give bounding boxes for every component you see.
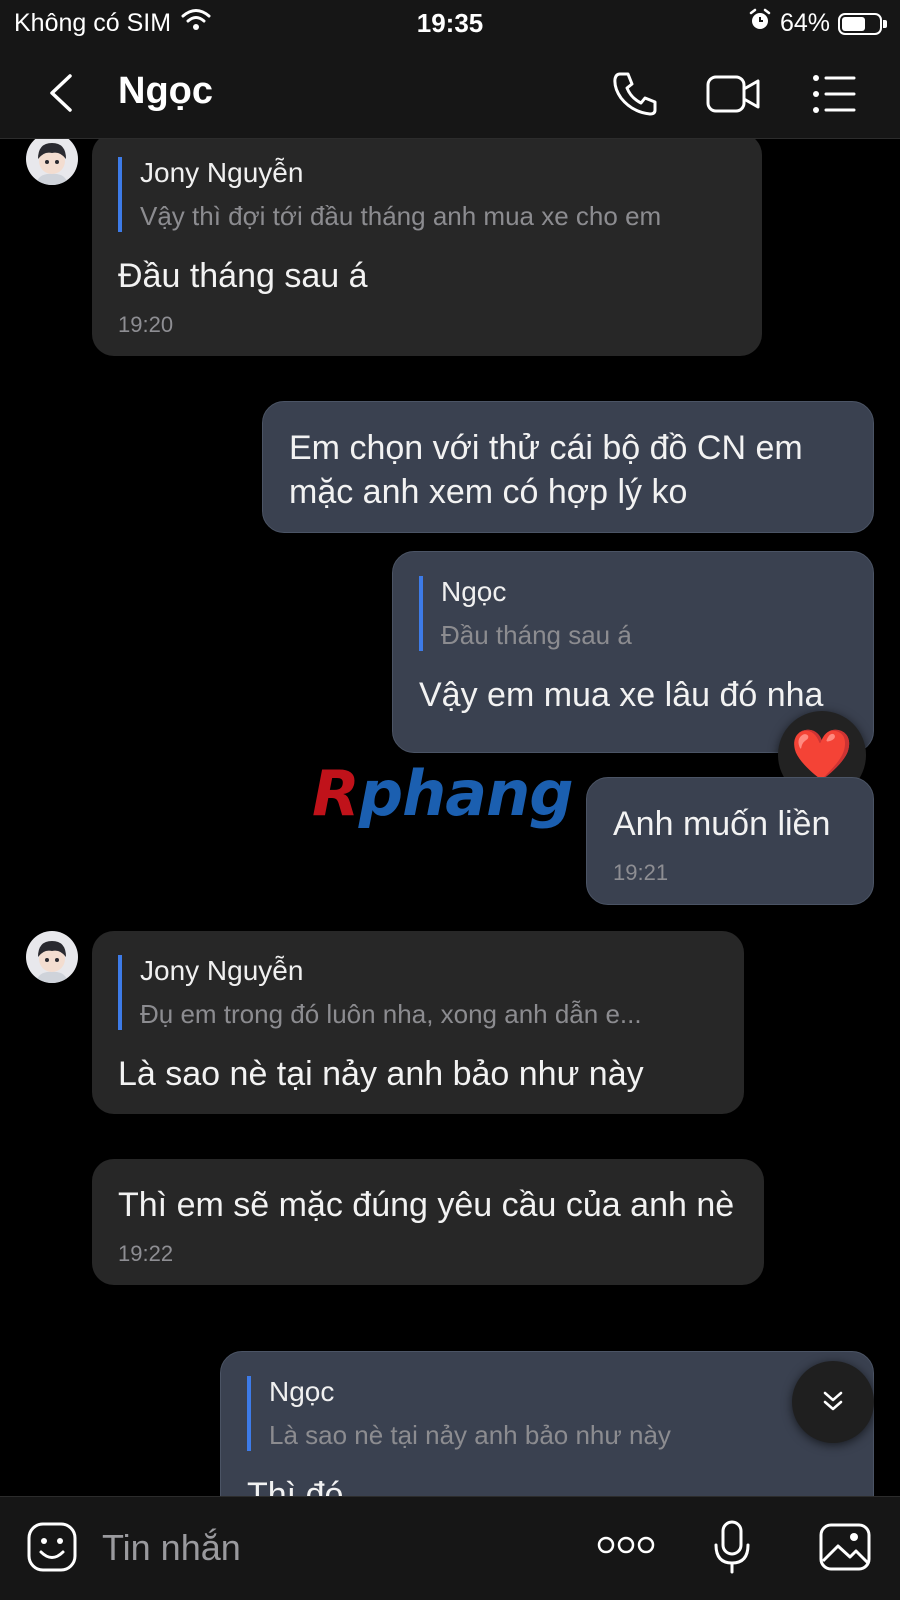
- message-text: Anh muốn liền: [613, 805, 831, 843]
- reply-quote[interactable]: Jony Nguyễn Vậy thì đợi tới đầu tháng an…: [118, 157, 736, 232]
- chevron-left-icon: [50, 74, 72, 112]
- message-input[interactable]: Tin nhắn: [102, 1527, 241, 1569]
- quote-text: Đụ em trong đó luôn nha, xong anh dẫn e.…: [140, 999, 642, 1029]
- message-text: Thì đó: [247, 1476, 344, 1496]
- message-text: Em chọn với thử cái bộ đồ CN em mặc anh …: [289, 429, 803, 511]
- reply-quote[interactable]: Jony Nguyễn Đụ em trong đó luôn nha, xon…: [118, 955, 718, 1030]
- more-dots-icon: [597, 1536, 655, 1554]
- reply-quote[interactable]: Ngọc Là sao nè tại nảy anh bảo như này: [247, 1376, 847, 1451]
- sticker-button[interactable]: [26, 1521, 78, 1578]
- quote-sender: Jony Nguyễn: [140, 955, 304, 986]
- contact-name[interactable]: Ngọc: [118, 70, 213, 113]
- message-bubble-incoming[interactable]: Jony Nguyễn Vậy thì đợi tới đầu tháng an…: [92, 139, 762, 356]
- watermark-part2: phang: [358, 757, 574, 830]
- more-button[interactable]: [596, 1533, 656, 1562]
- status-bar: Không có SIM 19:35 64%: [0, 0, 900, 48]
- image-icon: [819, 1523, 871, 1571]
- message-time: 19:22: [118, 1241, 174, 1266]
- battery-percent: 64%: [779, 9, 830, 37]
- voice-button[interactable]: [712, 1519, 752, 1580]
- message-input-bar: Tin nhắn: [0, 1496, 900, 1600]
- message-list[interactable]: Jony Nguyễn Vậy thì đợi tới đầu tháng an…: [0, 139, 900, 1496]
- heart-reaction: ❤️: [790, 727, 854, 783]
- avatar-icon: [36, 143, 68, 185]
- call-button[interactable]: [608, 68, 662, 120]
- scroll-to-bottom-button[interactable]: [792, 1361, 874, 1443]
- phone-icon: [613, 72, 657, 116]
- message-bubble-incoming[interactable]: Thì em sẽ mặc đúng yêu cầu của anh nè 19…: [92, 1159, 764, 1285]
- chat-screen: Không có SIM 19:35 64% Ngọc Jony Nguyễn …: [0, 0, 900, 1600]
- chat-header: Ngọc: [0, 48, 900, 139]
- gallery-button[interactable]: [818, 1521, 872, 1578]
- avatar-icon: [36, 941, 68, 983]
- watermark-logo: Rphang: [312, 757, 574, 830]
- quote-text: Đầu tháng sau á: [441, 620, 632, 650]
- quote-sender: Ngọc: [269, 1376, 335, 1407]
- message-bubble-outgoing[interactable]: Em chọn với thử cái bộ đồ CN em mặc anh …: [262, 401, 874, 533]
- video-camera-icon: [706, 75, 760, 113]
- message-text: Vậy em mua xe lâu đó nha: [419, 676, 824, 714]
- menu-button[interactable]: [810, 68, 864, 120]
- message-text: Thì em sẽ mặc đúng yêu cầu của anh nè: [118, 1186, 735, 1224]
- message-time: 19:20: [118, 312, 174, 337]
- watermark-part1: R: [312, 757, 360, 830]
- quote-sender: Jony Nguyễn: [140, 157, 304, 188]
- message-text: Đầu tháng sau á: [118, 257, 368, 295]
- battery-icon: [838, 12, 887, 35]
- avatar[interactable]: [26, 931, 78, 983]
- microphone-icon: [714, 1520, 750, 1574]
- message-bubble-outgoing[interactable]: Anh muốn liền 19:21: [586, 777, 874, 905]
- status-left: Không có SIM: [14, 8, 211, 39]
- message-text: Là sao nè tại nảy anh bảo như này: [118, 1055, 644, 1093]
- battery-fill: [842, 16, 865, 31]
- carrier-label: Không có SIM: [14, 9, 172, 37]
- quote-text: Vậy thì đợi tới đầu tháng anh mua xe cho…: [140, 201, 662, 231]
- double-chevron-down-icon: [823, 1391, 843, 1411]
- wifi-icon: [181, 8, 211, 39]
- alarm-icon: [748, 8, 772, 39]
- list-menu-icon: [813, 75, 856, 113]
- reply-quote[interactable]: Ngọc Đầu tháng sau á: [419, 576, 847, 651]
- message-bubble-outgoing[interactable]: Ngọc Là sao nè tại nảy anh bảo như này T…: [220, 1351, 874, 1496]
- status-right: 64%: [748, 8, 887, 39]
- message-time: 19:21: [613, 860, 669, 885]
- avatar[interactable]: [26, 139, 78, 185]
- video-call-button[interactable]: [706, 68, 760, 120]
- quote-text: Là sao nè tại nảy anh bảo như này: [269, 1420, 671, 1450]
- sticker-icon: [27, 1522, 77, 1572]
- message-bubble-incoming[interactable]: Jony Nguyễn Đụ em trong đó luôn nha, xon…: [92, 931, 744, 1114]
- quote-sender: Ngọc: [441, 576, 507, 607]
- back-button[interactable]: [40, 70, 86, 116]
